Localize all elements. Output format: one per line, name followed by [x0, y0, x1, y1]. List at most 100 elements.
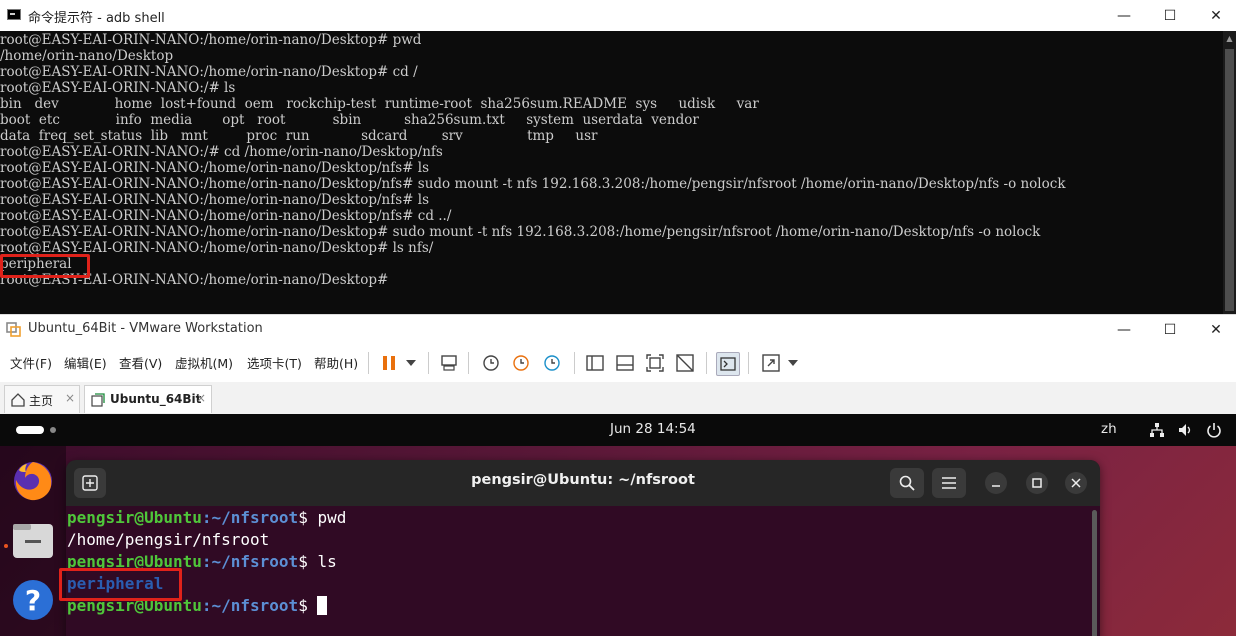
network-icon[interactable]: [1149, 422, 1165, 438]
menu-file[interactable]: 文件(F): [10, 353, 52, 372]
cmd-app-icon: [7, 9, 21, 20]
vmware-window: Ubuntu_64Bit - VMware Workstation — ☐ ✕ …: [0, 314, 1236, 636]
cmd-minimize-button[interactable]: —: [1101, 0, 1147, 31]
terminal-line: pengsir@Ubuntu:~/nfsroot$ pwd: [67, 507, 346, 529]
input-language[interactable]: zh: [1101, 421, 1117, 437]
terminal-close-button[interactable]: [1065, 472, 1087, 494]
cmd-line: root@EASY-EAI-ORIN-NANO:/home/orin-nano/…: [0, 208, 452, 224]
cmd-line: bin dev home lost+found oem rockchip-tes…: [0, 96, 759, 112]
cmd-close-button[interactable]: ✕: [1193, 0, 1236, 31]
terminal-highlight-box: [59, 568, 182, 601]
thumbnail-icon[interactable]: [614, 352, 636, 374]
cmd-line: root@EASY-EAI-ORIN-NANO:/home/orin-nano/…: [0, 224, 1041, 240]
prompt-path: :~/nfsroot: [201, 552, 299, 571]
menu-edit[interactable]: 编辑(E): [64, 353, 107, 372]
prompt-user: pengsir@Ubuntu: [67, 508, 202, 527]
terminal-menu-button[interactable]: [932, 468, 966, 498]
vmware-maximize-button[interactable]: ☐: [1147, 315, 1193, 345]
toolbar-divider: [574, 352, 575, 374]
power-icon[interactable]: [1206, 422, 1222, 438]
ubuntu-desktop[interactable]: Jun 28 14:54 zh ? pengsir@Ubuntu: ~/nfsr…: [0, 414, 1236, 636]
terminal-output[interactable]: pengsir@Ubuntu:~/nfsroot$ pwd /home/peng…: [66, 506, 1100, 636]
send-ctrl-alt-del-icon[interactable]: [438, 352, 460, 374]
menu-tabs[interactable]: 选项卡(T): [247, 353, 302, 372]
cmd-window-title: 命令提示符 - adb shell: [28, 11, 165, 26]
prompt-symbol: $: [298, 552, 318, 571]
tab-home-label: 主页: [29, 394, 54, 408]
full-screen-icon[interactable]: [644, 352, 666, 374]
cmd-scroll-thumb[interactable]: [1225, 49, 1234, 311]
scroll-up-icon[interactable]: ▲: [1225, 33, 1234, 45]
stretch-icon[interactable]: [760, 352, 782, 374]
files-icon[interactable]: [11, 518, 55, 562]
firefox-icon[interactable]: [11, 458, 55, 502]
toolbar-divider: [706, 352, 707, 374]
terminal-search-button[interactable]: [890, 468, 924, 498]
terminal-headerbar[interactable]: pengsir@Ubuntu: ~/nfsroot: [66, 460, 1100, 506]
vmware-titlebar[interactable]: Ubuntu_64Bit - VMware Workstation — ☐ ✕: [0, 314, 1236, 345]
tab-ubuntu[interactable]: Ubuntu_64Bit ×: [84, 385, 212, 413]
cmd-line: root@EASY-EAI-ORIN-NANO:/home/orin-nano/…: [0, 64, 418, 80]
ubuntu-terminal-window[interactable]: pengsir@Ubuntu: ~/nfsroot pengsir@Ubuntu…: [66, 460, 1100, 636]
vmware-close-button[interactable]: ✕: [1193, 315, 1236, 345]
vmware-logo-icon: [6, 322, 21, 337]
activities-indicator[interactable]: [16, 426, 44, 434]
volume-icon[interactable]: [1178, 422, 1194, 438]
prompt-symbol: $: [298, 508, 318, 527]
terminal-command: pwd: [317, 508, 347, 527]
pause-icon[interactable]: [378, 352, 400, 374]
terminal-output-text: /home/pengsir/nfsroot: [67, 530, 270, 549]
vmware-window-title: Ubuntu_64Bit - VMware Workstation: [28, 321, 263, 336]
help-icon[interactable]: ?: [11, 578, 55, 622]
console-view-icon[interactable]: [716, 352, 740, 376]
dropdown-arrow-icon[interactable]: [400, 352, 422, 374]
hamburger-menu-icon: [942, 477, 956, 489]
close-icon: [1071, 478, 1081, 488]
workspace-dot: [50, 427, 56, 433]
terminal-maximize-button[interactable]: [1026, 472, 1048, 494]
cmd-titlebar[interactable]: 命令提示符 - adb shell — ☐ ✕: [0, 0, 1236, 31]
cmd-scrollbar[interactable]: ▲: [1223, 31, 1236, 314]
revert-snapshot-icon[interactable]: [510, 352, 532, 374]
menu-vm[interactable]: 虚拟机(M): [175, 353, 233, 372]
terminal-scrollbar[interactable]: [1092, 510, 1097, 636]
dropdown-arrow-icon[interactable]: [782, 352, 804, 374]
cmd-maximize-button[interactable]: ☐: [1147, 0, 1193, 31]
menu-view[interactable]: 查看(V): [119, 353, 162, 372]
running-indicator: [4, 544, 8, 548]
prompt-path: :~/nfsroot: [201, 508, 299, 527]
library-icon[interactable]: [584, 352, 606, 374]
cmd-line: root@EASY-EAI-ORIN-NANO:/home/orin-nano/…: [0, 32, 422, 48]
tab-close-icon[interactable]: ×: [65, 391, 75, 405]
prompt-symbol: $: [298, 596, 318, 615]
tab-close-icon[interactable]: ×: [196, 391, 206, 405]
snapshot-manager-icon[interactable]: [541, 352, 563, 374]
vmware-minimize-button[interactable]: —: [1101, 315, 1147, 345]
cmd-line: boot etc info media opt root sbin sha256…: [0, 112, 699, 128]
cmd-highlight-box: [0, 254, 90, 278]
cmd-line: /home/orin-nano/Desktop: [0, 48, 174, 64]
vmware-tabbar: 主页 × Ubuntu_64Bit ×: [0, 382, 1236, 415]
toolbar-divider: [368, 352, 369, 374]
cmd-line: root@EASY-EAI-ORIN-NANO:/# ls: [0, 80, 236, 96]
tab-home[interactable]: 主页 ×: [4, 385, 80, 413]
unity-icon[interactable]: [674, 352, 696, 374]
terminal-minimize-button[interactable]: [985, 472, 1007, 494]
vmware-menubar: 文件(F) 编辑(E) 查看(V) 虚拟机(M) 选项卡(T) 帮助(H): [0, 344, 1236, 382]
minimize-icon: [992, 485, 1000, 487]
menu-help[interactable]: 帮助(H): [314, 353, 358, 372]
clock[interactable]: Jun 28 14:54: [610, 421, 696, 437]
tab-ubuntu-label: Ubuntu_64Bit: [110, 392, 202, 406]
terminal-command: ls: [317, 552, 337, 571]
snapshot-icon[interactable]: [480, 352, 502, 374]
cmd-line: root@EASY-EAI-ORIN-NANO:/home/orin-nano/…: [0, 192, 430, 208]
gnome-top-bar: Jun 28 14:54 zh: [0, 414, 1236, 446]
toolbar-divider: [748, 352, 749, 374]
svg-text:?: ?: [25, 584, 41, 617]
toolbar-divider: [468, 352, 469, 374]
cmd-line: data freq_set_status lib mnt proc run sd…: [0, 128, 598, 144]
maximize-icon: [1032, 478, 1042, 488]
ubuntu-dock: ?: [0, 446, 66, 636]
toolbar-divider: [428, 352, 429, 374]
cmd-line: root@EASY-EAI-ORIN-NANO:/home/orin-nano/…: [0, 176, 1066, 192]
